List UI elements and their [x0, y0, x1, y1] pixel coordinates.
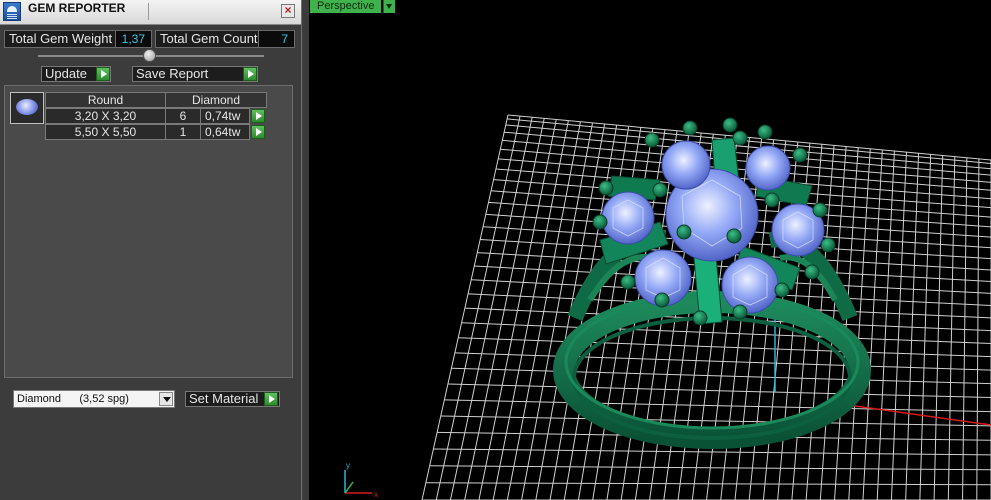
ring-3d-scene[interactable]: y x — [302, 0, 991, 500]
gem-size-cell: 5,50 X 5,50 — [45, 124, 166, 140]
prong — [812, 202, 828, 218]
axis-gizmo-icon: y x — [344, 461, 378, 499]
prong — [732, 304, 748, 320]
gem-shape-header: Round — [45, 92, 166, 108]
gem-count-cell: 1 — [165, 124, 201, 140]
save-report-button-label: Save Report — [136, 66, 209, 81]
gem-reporter-panel: GEM REPORTER × Total Gem Weight 1,37 Tot… — [0, 0, 302, 500]
gem-icon — [16, 99, 38, 115]
update-button[interactable]: Update — [41, 66, 111, 82]
prong — [676, 224, 692, 240]
gem-reporter-icon — [3, 2, 21, 21]
prong — [726, 228, 742, 244]
panel-titlebar[interactable]: GEM REPORTER × — [0, 0, 301, 25]
prong — [682, 120, 698, 136]
round-gem-thumbnail[interactable] — [10, 92, 44, 124]
play-icon — [96, 67, 110, 81]
prong — [804, 264, 820, 280]
update-button-label: Update — [45, 66, 87, 81]
prong — [820, 237, 836, 253]
grid-line — [421, 114, 509, 500]
prong — [692, 310, 708, 326]
play-icon — [243, 67, 257, 81]
set-material-button-label: Set Material — [189, 391, 259, 406]
material-select[interactable]: Diamond (3,52 spg) — [13, 390, 175, 408]
gem-weight-cell: 0,64tw — [200, 124, 250, 140]
total-gem-weight-value: 1,37 — [115, 30, 152, 48]
grid-line — [435, 116, 521, 500]
chevron-down-icon[interactable] — [383, 0, 395, 13]
grid-line — [976, 158, 980, 500]
view-mode-label[interactable]: Perspective — [310, 0, 382, 13]
prong — [654, 292, 670, 308]
close-icon[interactable]: × — [281, 4, 295, 18]
grid-line — [962, 157, 968, 500]
side-gem — [745, 145, 791, 191]
gem-size-cell: 3,20 X 3,20 — [45, 108, 166, 124]
prong — [722, 117, 738, 133]
total-gem-count-value: 7 — [258, 30, 295, 48]
prong — [652, 182, 668, 198]
gem-count-cell: 6 — [165, 108, 201, 124]
slider-thumb[interactable] — [143, 49, 156, 62]
prong — [644, 132, 660, 148]
prong — [598, 180, 614, 196]
grid-line — [449, 117, 533, 500]
panel-title: GEM REPORTER — [28, 1, 126, 15]
prong — [732, 130, 748, 146]
prong — [774, 282, 790, 298]
material-select-value: Diamond (3,52 spg) — [17, 393, 129, 405]
grid-line — [947, 156, 956, 500]
prong — [592, 214, 608, 230]
svg-text:y: y — [346, 461, 350, 470]
svg-text:x: x — [374, 490, 378, 499]
x-axis-line — [847, 404, 991, 426]
save-report-button[interactable]: Save Report — [132, 66, 258, 82]
gem-weight-cell: 0,74tw — [200, 108, 250, 124]
chevron-down-icon[interactable] — [159, 392, 173, 406]
gem-material-header: Diamond — [165, 92, 267, 108]
row-select-play-icon[interactable] — [251, 125, 265, 139]
prong — [792, 147, 808, 163]
side-gem — [661, 140, 711, 190]
prong — [620, 274, 636, 290]
prong — [764, 192, 780, 208]
set-material-button[interactable]: Set Material — [185, 391, 280, 407]
row-select-play-icon[interactable] — [251, 109, 265, 123]
prong — [757, 124, 773, 140]
title-separator — [148, 3, 149, 20]
play-icon — [264, 392, 278, 406]
